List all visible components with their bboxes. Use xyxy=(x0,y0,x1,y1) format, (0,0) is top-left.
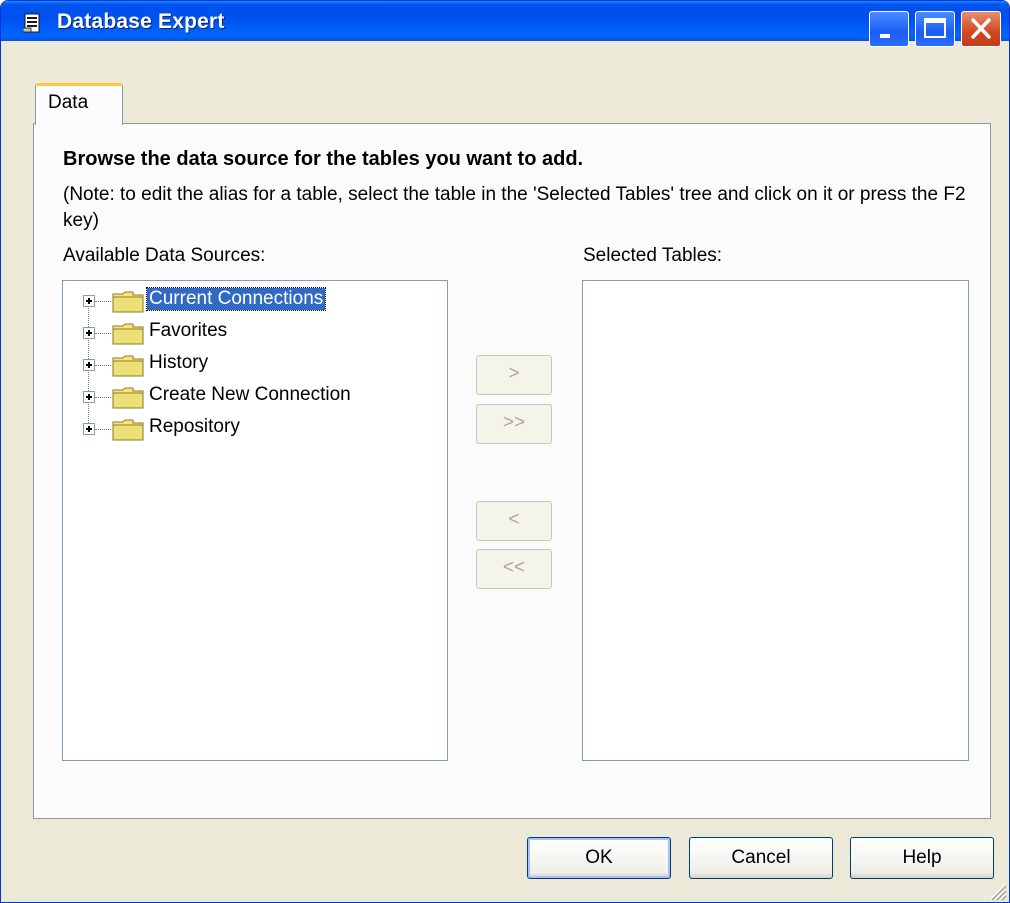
minimize-button[interactable] xyxy=(869,11,909,47)
add-table-button[interactable]: > xyxy=(476,355,552,395)
close-button[interactable] xyxy=(961,11,1001,47)
ok-button[interactable]: OK xyxy=(527,837,671,879)
tree-item-label: Current Connections xyxy=(145,287,327,311)
add-all-tables-button[interactable]: >> xyxy=(476,404,552,444)
database-expert-icon xyxy=(23,13,40,33)
tree-connector xyxy=(95,301,111,302)
expand-icon[interactable] xyxy=(83,391,95,403)
resize-grip-icon[interactable] xyxy=(985,879,1007,901)
tree-item-label: Favorites xyxy=(149,320,228,341)
available-data-sources-label: Available Data Sources: xyxy=(63,245,266,266)
tree-connector xyxy=(95,429,111,430)
tree-item-create-new-connection[interactable]: Create New Connection xyxy=(63,382,443,412)
window-title: Database Expert xyxy=(57,10,225,33)
folder-icon xyxy=(112,419,144,441)
folder-icon xyxy=(112,387,144,409)
tree-item-label: Repository xyxy=(149,416,240,437)
expand-icon[interactable] xyxy=(83,423,95,435)
tree-item-history[interactable]: History xyxy=(63,350,443,380)
tree-connector xyxy=(95,397,111,398)
database-expert-window: Database Expert Data Browse the data sou… xyxy=(0,0,1010,903)
tree-connector xyxy=(95,365,111,366)
folder-icon xyxy=(112,291,144,313)
cancel-button[interactable]: Cancel xyxy=(689,837,833,879)
title-bar[interactable]: Database Expert xyxy=(1,1,1009,47)
folder-icon xyxy=(112,355,144,377)
tab-data[interactable]: Data xyxy=(35,83,123,125)
instruction-note: (Note: to edit the alias for a table, se… xyxy=(63,184,966,231)
tree-item-label: History xyxy=(149,352,209,373)
tree-item-current-connections[interactable]: Current Connections xyxy=(63,286,443,316)
tree-connector xyxy=(95,333,111,334)
remove-all-tables-button[interactable]: << xyxy=(476,549,552,589)
selected-tables-tree[interactable] xyxy=(582,280,969,761)
close-icon xyxy=(971,18,991,39)
tree-item-favorites[interactable]: Favorites xyxy=(63,318,443,348)
available-data-sources-tree[interactable]: Current Connections Favorites History Cr… xyxy=(62,280,448,761)
expand-icon[interactable] xyxy=(83,359,95,371)
remove-table-button[interactable]: < xyxy=(476,501,552,541)
expand-icon[interactable] xyxy=(83,295,95,307)
tree-item-label: Create New Connection xyxy=(149,384,351,405)
folder-icon xyxy=(112,323,144,345)
maximize-icon xyxy=(924,18,946,38)
tab-data-label: Data xyxy=(48,92,89,113)
selected-tables-label: Selected Tables: xyxy=(583,245,723,266)
expand-icon[interactable] xyxy=(83,327,95,339)
help-button[interactable]: Help xyxy=(850,837,994,879)
minimize-icon xyxy=(880,34,890,38)
instruction-heading: Browse the data source for the tables yo… xyxy=(63,148,584,170)
tree-item-repository[interactable]: Repository xyxy=(63,414,443,444)
maximize-button[interactable] xyxy=(915,11,955,47)
